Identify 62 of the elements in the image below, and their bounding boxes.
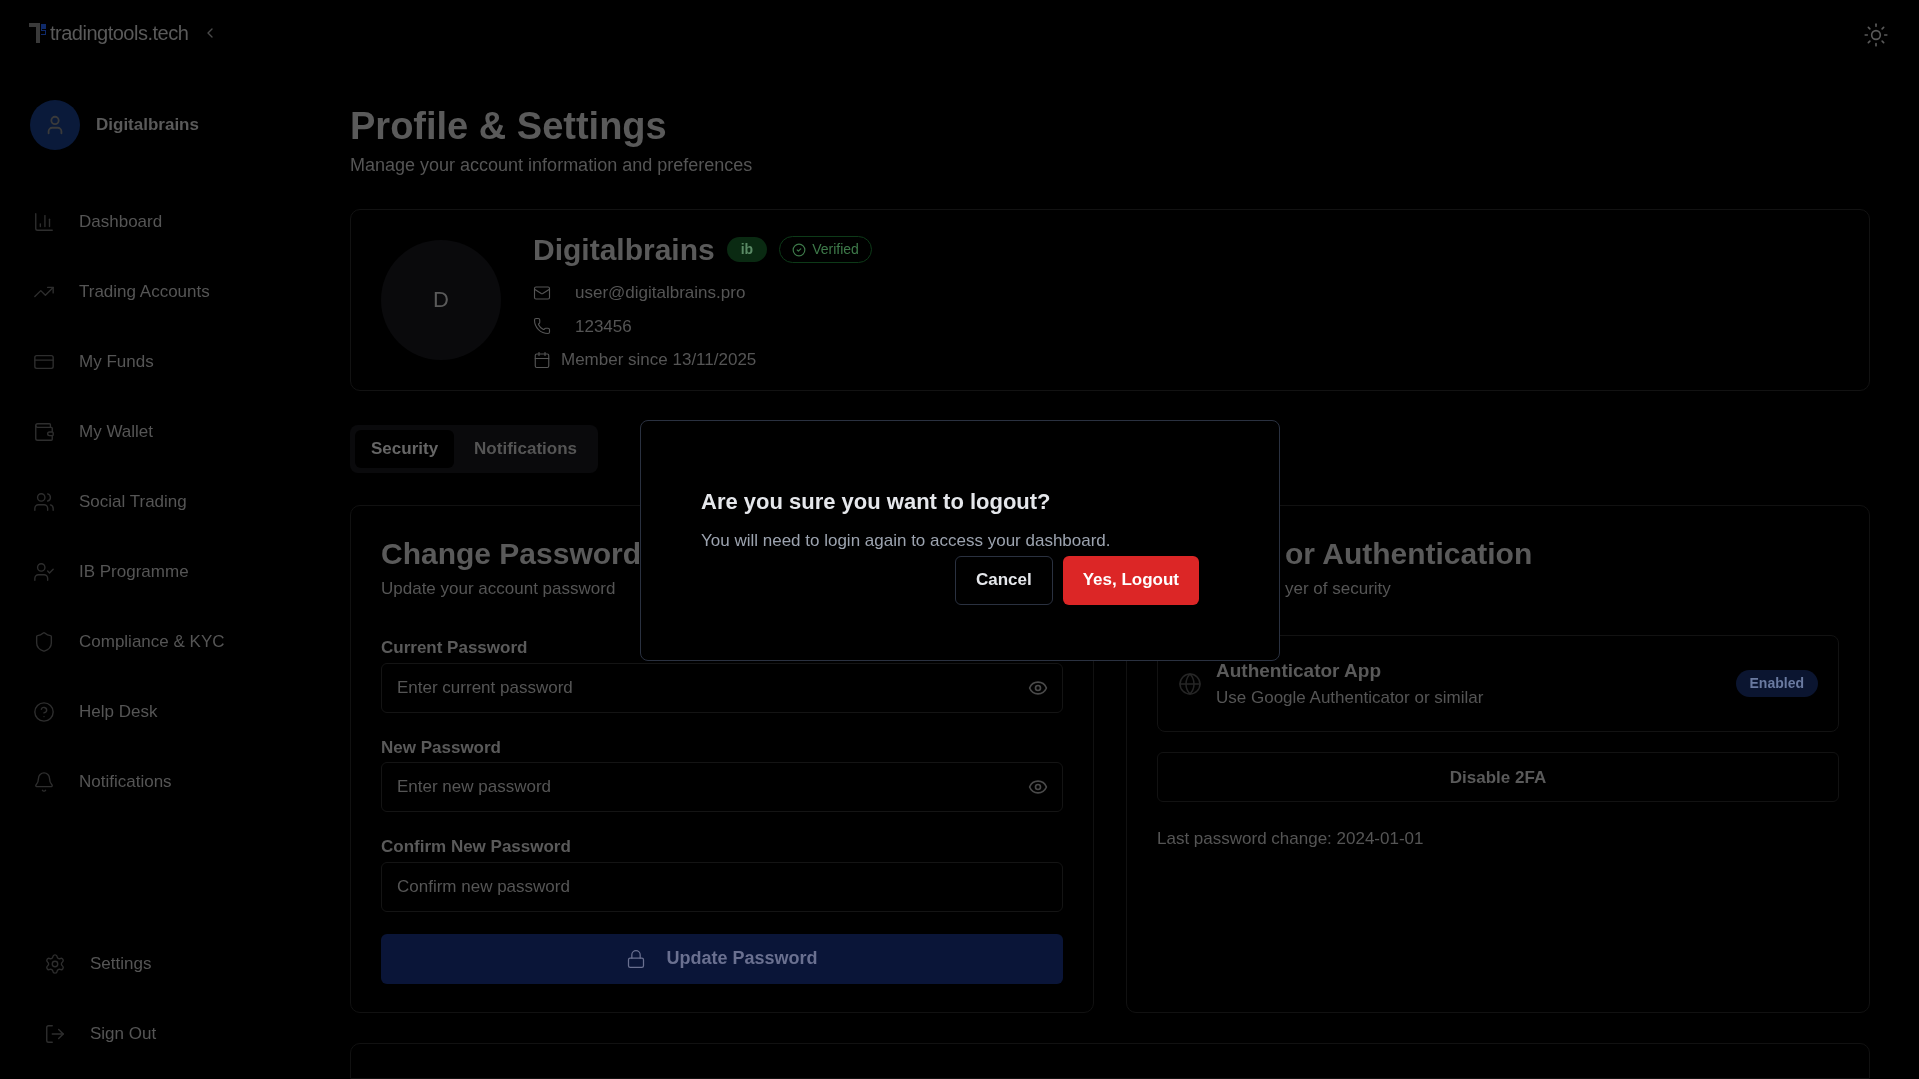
globe-icon (1178, 671, 1202, 696)
theme-toggle-button[interactable] (1863, 22, 1889, 48)
nav-item[interactable]: Social Trading (33, 486, 350, 517)
phone-icon (533, 317, 551, 336)
dialog-title: Are you sure you want to logout? (701, 488, 1052, 516)
page-subtitle: Manage your account information and preferences (350, 154, 754, 177)
logout-icon (44, 1023, 66, 1045)
nav-item[interactable]: My Funds (33, 346, 350, 377)
help-icon (33, 700, 55, 723)
user-name: Digitalbrains (96, 114, 199, 137)
confirm-button[interactable]: Yes, Logout (1062, 555, 1199, 605)
disable-2fa-button[interactable]: Disable 2FA (1157, 752, 1839, 803)
profile-avatar: D (381, 240, 501, 360)
page-title: Profile & Settings (350, 104, 668, 149)
password-field[interactable]: Confirm new password (381, 861, 1063, 912)
card-title: or Authentication (1285, 535, 1534, 572)
field-label: Current Password (381, 637, 528, 660)
calendar-icon (533, 351, 551, 369)
card-subtitle: yer of security (1285, 577, 1392, 600)
password-field[interactable]: Enter new password (381, 762, 1063, 813)
shield-icon (33, 630, 55, 653)
email-text: user@digitalbrains.pro (575, 282, 746, 305)
nav-item[interactable]: Help Desk (33, 696, 350, 727)
check-icon (792, 242, 807, 257)
bell-icon (33, 770, 55, 793)
settings-icon (44, 953, 66, 975)
field-label: Confirm New Password (381, 836, 571, 859)
avatar-icon (30, 100, 80, 150)
field-label: New Password (381, 736, 501, 759)
profile-name: Digitalbrains (533, 232, 715, 269)
method-title: Authenticator App (1216, 658, 1381, 683)
status-badge: Enabled (1735, 670, 1818, 698)
update-password-button[interactable]: Update Password (381, 933, 1063, 984)
user-check-icon (33, 560, 55, 583)
nav-item[interactable]: Sign Out (44, 1019, 350, 1049)
lock-icon (626, 948, 647, 969)
tab[interactable]: Security (355, 429, 455, 468)
tab[interactable]: Notifications (458, 429, 594, 468)
users-icon (33, 490, 55, 513)
phone-text: 123456 (575, 315, 632, 338)
card-subtitle: Update your account password (381, 577, 616, 600)
password-field[interactable]: Enter current password (381, 662, 1063, 713)
wallet-icon (33, 420, 55, 443)
last-change-text: Last password change: 2024-01-01 (1157, 828, 1424, 851)
sun-icon (1863, 22, 1889, 48)
method-description: Use Google Authenticator or similar (1216, 687, 1484, 710)
card-title: Change Password (381, 535, 642, 572)
nav-item[interactable]: My Wallet (33, 416, 350, 447)
brand-name: tradingtools.tech (50, 21, 189, 46)
role-badge: ib (726, 237, 768, 263)
nav-item[interactable]: Settings (44, 949, 350, 979)
dialog-message: You will need to login again to access your dashboard. (701, 530, 1112, 552)
member-since-text: Member since 13/11/2025 (561, 349, 757, 372)
bar-chart-icon (33, 210, 55, 233)
nav-item[interactable]: Dashboard (33, 206, 350, 237)
nav-item[interactable]: Compliance & KYC (33, 626, 350, 657)
mail-icon (533, 284, 551, 302)
cancel-button[interactable]: Cancel (954, 555, 1053, 605)
nav-item[interactable]: Trading Accounts (33, 276, 350, 307)
nav-item[interactable]: Notifications (33, 766, 350, 797)
logo-icon (28, 21, 48, 45)
nav-item[interactable]: IB Programme (33, 556, 350, 587)
